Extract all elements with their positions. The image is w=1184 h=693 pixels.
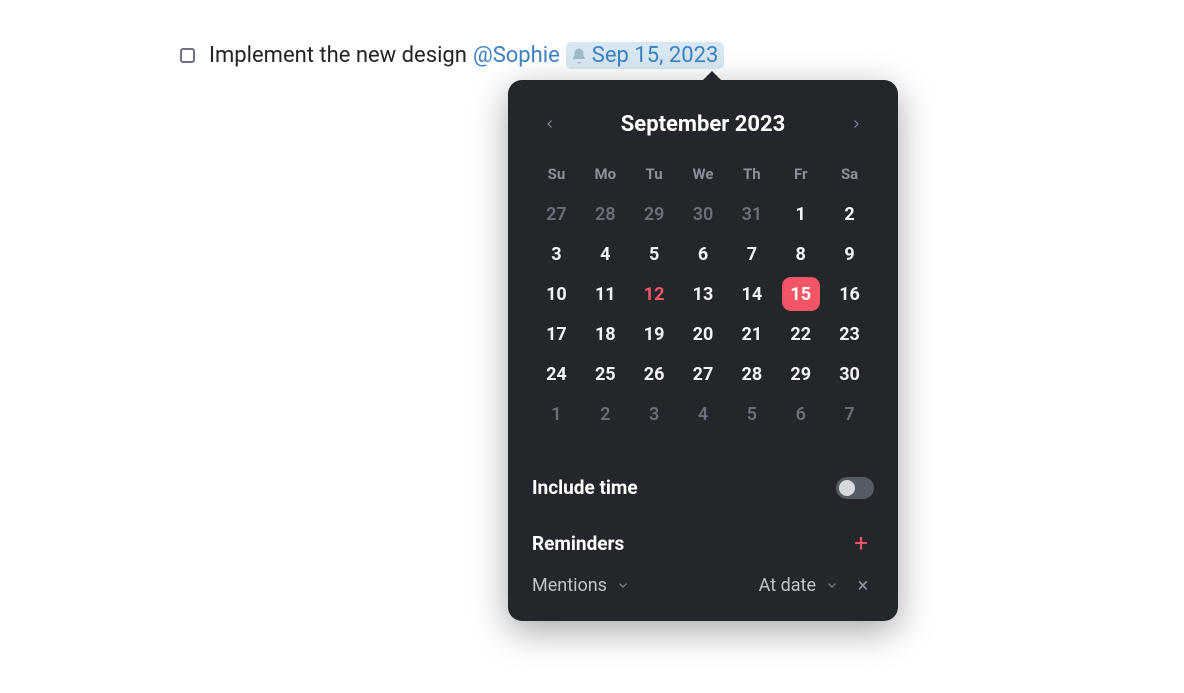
remove-reminder-button[interactable]: ×: [852, 573, 874, 597]
calendar-day[interactable]: 2: [581, 394, 630, 434]
reminder-when-select[interactable]: At date: [759, 575, 838, 596]
calendar-day[interactable]: 7: [727, 234, 776, 274]
reminder-type-label: Mentions: [532, 575, 607, 596]
bell-icon: [570, 47, 588, 65]
calendar-title: September 2023: [621, 112, 785, 137]
date-popover: September 2023 SuMoTuWeThFrSa27282930311…: [508, 80, 898, 621]
calendar-day[interactable]: 3: [532, 234, 581, 274]
calendar-day[interactable]: 24: [532, 354, 581, 394]
calendar-grid: SuMoTuWeThFrSa27282930311234567891011121…: [532, 154, 874, 434]
calendar-header: September 2023: [532, 102, 874, 154]
calendar-dow: Th: [727, 154, 776, 194]
calendar-day[interactable]: 23: [825, 314, 874, 354]
reminders-row: Reminders +: [532, 529, 874, 557]
calendar-day[interactable]: 6: [776, 394, 825, 434]
toggle-knob: [839, 480, 855, 496]
chevron-down-icon: [617, 579, 629, 591]
calendar-day[interactable]: 2: [825, 194, 874, 234]
calendar-day[interactable]: 20: [679, 314, 728, 354]
calendar-day[interactable]: 30: [825, 354, 874, 394]
calendar-day[interactable]: 6: [679, 234, 728, 274]
task-checkbox[interactable]: [180, 48, 195, 63]
calendar-day[interactable]: 13: [679, 274, 728, 314]
calendar-dow: Su: [532, 154, 581, 194]
calendar-day[interactable]: 11: [581, 274, 630, 314]
task-date-label: Sep 15, 2023: [592, 43, 719, 68]
calendar-day[interactable]: 28: [581, 194, 630, 234]
calendar-day[interactable]: 30: [679, 194, 728, 234]
reminder-item: Mentions At date ×: [532, 573, 874, 597]
calendar-day[interactable]: 4: [581, 234, 630, 274]
calendar-day[interactable]: 29: [776, 354, 825, 394]
calendar-day[interactable]: 18: [581, 314, 630, 354]
next-month-button[interactable]: [842, 110, 870, 138]
include-time-label: Include time: [532, 476, 638, 499]
calendar-day[interactable]: 15: [776, 274, 825, 314]
calendar-day[interactable]: 12: [630, 274, 679, 314]
calendar-day[interactable]: 9: [825, 234, 874, 274]
task-line: Implement the new design @Sophie Sep 15,…: [180, 42, 724, 69]
calendar-day[interactable]: 31: [727, 194, 776, 234]
reminders-label: Reminders: [532, 532, 624, 555]
calendar-day[interactable]: 26: [630, 354, 679, 394]
calendar-dow: Tu: [630, 154, 679, 194]
chevron-down-icon: [826, 579, 838, 591]
calendar-day[interactable]: 5: [727, 394, 776, 434]
calendar-day[interactable]: 4: [679, 394, 728, 434]
calendar-day[interactable]: 27: [532, 194, 581, 234]
chevron-right-icon: [850, 118, 862, 130]
calendar-day[interactable]: 19: [630, 314, 679, 354]
calendar-dow: We: [679, 154, 728, 194]
chevron-left-icon: [544, 118, 556, 130]
include-time-toggle[interactable]: [836, 477, 874, 499]
calendar-day[interactable]: 3: [630, 394, 679, 434]
include-time-row: Include time: [532, 476, 874, 499]
calendar-day[interactable]: 17: [532, 314, 581, 354]
task-date-chip[interactable]: Sep 15, 2023: [566, 42, 725, 69]
reminder-type-select[interactable]: Mentions: [532, 575, 629, 596]
calendar-day[interactable]: 21: [727, 314, 776, 354]
calendar-day[interactable]: 22: [776, 314, 825, 354]
calendar-dow: Fr: [776, 154, 825, 194]
calendar-day[interactable]: 5: [630, 234, 679, 274]
task-mention[interactable]: @Sophie: [473, 43, 560, 68]
calendar-dow: Sa: [825, 154, 874, 194]
calendar-day[interactable]: 7: [825, 394, 874, 434]
reminder-when-label: At date: [759, 575, 816, 596]
calendar-day[interactable]: 25: [581, 354, 630, 394]
task-text[interactable]: Implement the new design: [209, 43, 467, 68]
calendar-day[interactable]: 8: [776, 234, 825, 274]
calendar-day[interactable]: 1: [776, 194, 825, 234]
calendar-day[interactable]: 14: [727, 274, 776, 314]
calendar-day[interactable]: 28: [727, 354, 776, 394]
calendar-dow: Mo: [581, 154, 630, 194]
prev-month-button[interactable]: [536, 110, 564, 138]
calendar-day[interactable]: 16: [825, 274, 874, 314]
add-reminder-button[interactable]: +: [848, 529, 874, 557]
calendar-day[interactable]: 29: [630, 194, 679, 234]
calendar-day[interactable]: 27: [679, 354, 728, 394]
calendar-day[interactable]: 1: [532, 394, 581, 434]
calendar-day[interactable]: 10: [532, 274, 581, 314]
